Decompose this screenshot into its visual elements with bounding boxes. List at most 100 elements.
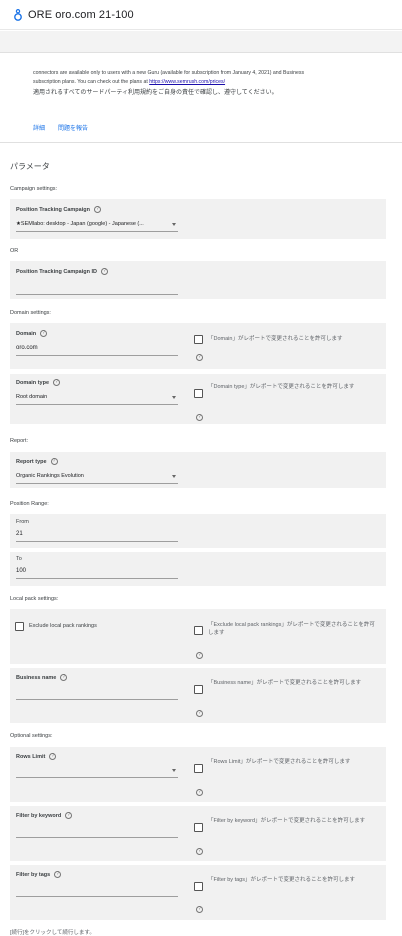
help-circle-icon[interactable]: ? [93,206,101,213]
allow-exclude-local-text: 「Exclude local pack rankings」がレポートで変更される… [208,622,375,636]
campaign-id-panel: Position Tracking Campaign ID ? [10,261,386,299]
help-circle-icon[interactable]: ? [196,848,203,855]
campaign-select-value: ★SEMlabo: desktop - Japan (google) - Jap… [16,221,144,227]
data-studio-logo-icon [14,8,22,21]
position-range-label: Position Range: [10,501,49,507]
campaign-label: Position Tracking Campaign ? [16,206,101,213]
allow-filter-tags-checkbox[interactable] [194,882,203,891]
business-name-label: Business name ? [16,674,68,681]
page-title: ORE oro.com 21-100 [28,8,134,21]
allow-rows-limit-checkbox[interactable] [194,764,203,773]
connector-notice: connectors are available only to users w… [33,67,378,98]
campaign-id-label: Position Tracking Campaign ID ? [16,268,108,275]
domain-type-panel: Domain type ? Root domain 「Domain type」が… [10,374,386,424]
from-label: From [16,519,29,525]
notice-line-1: connectors are available only to users w… [33,70,305,76]
campaign-id-label-text: Position Tracking Campaign ID [16,268,97,275]
notice-line-2: subscription plans. You can check out th… [33,78,378,87]
help-circle-icon[interactable]: ? [196,354,203,361]
business-name-panel: Business name ? 「Business name」がレポートで変更さ… [10,668,386,723]
campaign-panel: Position Tracking Campaign ? ★SEMlabo: d… [10,199,386,239]
rows-limit-panel: Rows Limit ? 「Rows Limit」がレポートで変更されることを許… [10,747,386,802]
domain-type-select[interactable]: Root domain [16,394,178,405]
or-label: OR [10,248,19,254]
help-circle-icon[interactable]: ? [196,906,203,913]
notice-line-2-prefix: subscription plans. You can check out th… [33,79,150,85]
campaign-settings-label: Campaign settings: [10,186,58,192]
filter-tags-panel: Filter by tags ? 「Filter by tags」がレポートで変… [10,865,386,920]
campaign-select[interactable]: ★SEMlabo: desktop - Japan (google) - Jap… [16,221,178,232]
report-type-label: Report type ? [16,458,58,465]
business-name-input[interactable] [16,689,178,700]
exclude-local-checkbox[interactable] [15,622,24,631]
dropdown-caret-icon [172,396,176,399]
allow-business-name-checkbox[interactable] [194,685,203,694]
filter-keyword-label: Filter by keyword ? [16,812,73,819]
details-link[interactable]: 詳細 [33,123,45,132]
allow-exclude-local-checkbox[interactable] [194,626,203,635]
help-circle-icon[interactable]: ? [196,789,203,796]
domain-type-value: Root domain [16,394,48,400]
domain-type-label-text: Domain type [16,379,50,386]
domain-settings-label: Domain settings: [10,310,51,316]
optional-settings-label: Optional settings: [10,733,53,739]
dropdown-caret-icon [172,769,176,772]
allow-filter-keyword-checkbox[interactable] [194,823,203,832]
help-circle-icon[interactable]: ? [196,710,203,717]
allow-filter-tags-text: 「Filter by tags」がレポートで変更されることを許可します [208,877,355,883]
notice-terms-text: 適用されるすべてのサードパーティ利用規約をご自身の責任で確認し、遵守してください… [33,90,278,96]
allow-domain-text: 「Domain」がレポートで変更されることを許可します [208,336,343,342]
allow-domain-checkbox[interactable] [194,335,203,344]
allow-domain-type-checkbox[interactable] [194,389,203,398]
report-issue-link[interactable]: 問題を報告 [58,123,88,132]
filter-keyword-panel: Filter by keyword ? 「Filter by keyword」が… [10,806,386,861]
allow-business-name-text: 「Business name」がレポートで変更されることを許可します [208,680,362,686]
help-circle-icon[interactable]: ? [50,458,58,465]
filter-tags-input[interactable] [16,886,178,897]
domain-label: Domain ? [16,330,48,337]
help-circle-icon[interactable]: ? [49,753,57,760]
divider [0,142,402,143]
to-panel: To 100 [10,552,386,586]
from-panel: From 21 [10,514,386,548]
filter-keyword-label-text: Filter by keyword [16,812,62,819]
rows-limit-label-text: Rows Limit [16,753,46,760]
allow-rows-limit-text: 「Rows Limit」がレポートで変更されることを許可します [208,759,351,765]
report-type-select[interactable]: Organic Rankings Evolution [16,473,178,484]
report-label: Report: [10,438,29,444]
help-circle-icon[interactable]: ? [60,674,68,681]
toolbar-strip [0,31,402,53]
domain-panel: Domain ? oro.com 「Domain」がレポートで変更されることを許… [10,323,386,369]
allow-filter-keyword-text: 「Filter by keyword」がレポートで変更されることを許可します [208,818,366,824]
domain-label-text: Domain [16,330,37,337]
help-circle-icon[interactable]: ? [54,871,62,878]
help-circle-icon[interactable]: ? [53,379,61,386]
local-pack-label: Local pack settings: [10,596,59,602]
filter-keyword-input[interactable] [16,827,178,838]
local-pack-panel: Exclude local pack rankings 「Exclude loc… [10,609,386,664]
campaign-label-text: Position Tracking Campaign [16,206,90,213]
exclude-local-label: Exclude local pack rankings [29,623,97,629]
help-circle-icon[interactable]: ? [196,414,203,421]
plans-link[interactable]: https://www.semrush.com/prices/ [149,79,225,85]
to-input[interactable]: 100 [16,568,178,579]
help-circle-icon[interactable]: ? [40,330,48,337]
campaign-id-input[interactable] [16,285,178,295]
from-input[interactable]: 21 [16,531,178,542]
continue-note: [続行]をクリックして続行します。 [10,930,95,936]
domain-type-label: Domain type ? [16,379,61,386]
business-name-label-text: Business name [16,674,57,681]
help-circle-icon[interactable]: ? [101,268,108,275]
domain-input[interactable]: oro.com [16,345,178,356]
rows-limit-label: Rows Limit ? [16,753,57,760]
help-circle-icon[interactable]: ? [65,812,73,819]
help-circle-icon[interactable]: ? [196,652,203,659]
rows-limit-select[interactable] [16,767,178,778]
allow-domain-type-text: 「Domain type」がレポートで変更されることを許可します [208,384,355,390]
report-type-label-text: Report type [16,458,47,465]
dropdown-caret-icon [172,223,176,226]
filter-tags-label-text: Filter by tags [16,871,51,878]
to-label: To [16,556,22,562]
dropdown-caret-icon [172,475,176,478]
report-type-value: Organic Rankings Evolution [16,473,84,479]
